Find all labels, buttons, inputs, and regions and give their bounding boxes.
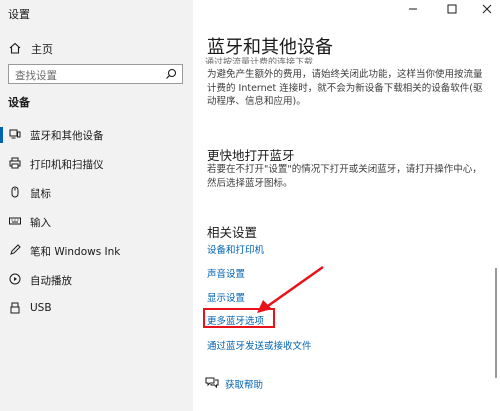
quick-bluetooth-heading: 更快地打开蓝牙: [207, 148, 295, 163]
metered-description: 为避免产生额外的费用，请始终关闭此功能，这样当你使用按流量计费的 Interne…: [207, 69, 483, 107]
minimize-button[interactable]: [404, 2, 422, 16]
bluetooth-devices-icon: [9, 129, 21, 139]
sidebar-item-mouse[interactable]: 鼠标: [0, 182, 193, 204]
autoplay-icon: [9, 273, 21, 285]
home-icon: [9, 42, 21, 54]
sidebar-item-label: 鼠标: [30, 188, 51, 200]
window-title: 设置: [8, 8, 30, 21]
mouse-icon: [11, 186, 19, 198]
pen-icon: [10, 244, 21, 255]
sidebar-item-label: 蓝牙和其他设备: [30, 130, 104, 142]
link-sound-settings[interactable]: 声音设置: [207, 266, 245, 280]
sidebar-item-typing[interactable]: 输入: [0, 211, 193, 233]
search-icon[interactable]: [165, 68, 177, 80]
annotation-arrow: [257, 265, 324, 313]
home-label: 主页: [31, 43, 53, 56]
link-display-settings[interactable]: 显示设置: [207, 290, 245, 304]
sidebar-item-label: USB: [30, 302, 52, 314]
keyboard-icon: [9, 217, 21, 225]
section-label-devices: 设备: [8, 96, 30, 109]
sidebar-item-autoplay[interactable]: 自动播放: [0, 269, 193, 291]
get-help-link[interactable]: 获取帮助: [205, 376, 325, 392]
related-settings-heading: 相关设置: [207, 225, 258, 240]
sidebar-item-usb[interactable]: USB: [0, 298, 193, 320]
quick-bluetooth-description: 若要在不打开"设置"的情况下打开或关闭蓝牙，请打开操作中心，然后选择蓝牙图标。: [207, 164, 482, 189]
active-indicator: [0, 127, 3, 143]
maximize-button[interactable]: [443, 2, 461, 16]
search-input[interactable]: 查找设置: [8, 64, 183, 84]
usb-icon: [10, 302, 20, 314]
sidebar-item-label: 笔和 Windows Ink: [30, 246, 121, 258]
link-send-receive-bluetooth[interactable]: 通过蓝牙发送或接收文件: [207, 338, 312, 352]
close-button[interactable]: [478, 2, 496, 16]
sidebar: 设置 主页 查找设置 设备 蓝牙和其他设备 打印机和扫描仪 鼠标 输入 笔和 W…: [0, 0, 193, 411]
home-nav-item[interactable]: 主页: [0, 38, 193, 60]
sidebar-item-bluetooth[interactable]: 蓝牙和其他设备: [0, 124, 193, 146]
printer-icon: [9, 157, 21, 169]
cut-off-text: 通过按流量计费的连接下载: [205, 58, 314, 64]
sidebar-item-printers[interactable]: 打印机和扫描仪: [0, 153, 193, 175]
sidebar-item-label: 输入: [30, 217, 51, 229]
get-help-label: 获取帮助: [225, 380, 264, 391]
sidebar-item-label: 打印机和扫描仪: [30, 159, 104, 171]
chat-help-icon: [205, 377, 219, 389]
scrollbar[interactable]: [495, 268, 497, 378]
link-devices-printers[interactable]: 设备和打印机: [207, 242, 264, 256]
search-placeholder: 查找设置: [15, 70, 57, 82]
main-content: 蓝牙和其他设备 通过按流量计费的连接下载 为避免产生额外的费用，请始终关闭此功能…: [193, 0, 500, 411]
sidebar-item-label: 自动播放: [30, 275, 72, 287]
sidebar-item-pen[interactable]: 笔和 Windows Ink: [0, 240, 193, 262]
